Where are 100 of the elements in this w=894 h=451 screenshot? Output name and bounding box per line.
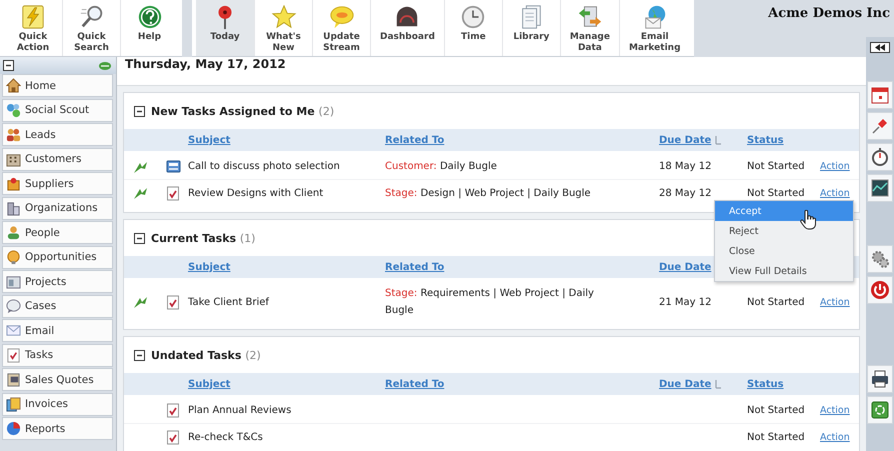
help-icon	[136, 4, 162, 30]
document-check-icon	[6, 348, 21, 362]
speech-icon	[6, 298, 21, 314]
section-title: Undated Tasks (2)	[151, 348, 261, 362]
action-link[interactable]: Action	[820, 296, 850, 308]
action-link[interactable]: Action	[820, 161, 850, 172]
search-icon	[78, 4, 104, 30]
due-date: 18 May 12	[659, 161, 712, 172]
column-header-link[interactable]: Related To	[385, 378, 444, 390]
power-button[interactable]	[867, 276, 893, 304]
menu-item[interactable]: Close	[715, 241, 853, 261]
column-header-link[interactable]: Related To	[385, 134, 444, 146]
chart-button[interactable]	[867, 174, 893, 202]
office-building-icon	[6, 200, 21, 216]
clipboard-icon	[6, 372, 21, 387]
building-icon	[6, 152, 21, 166]
collapse-panel-button[interactable]	[870, 42, 890, 52]
lightbulb-icon	[6, 250, 21, 264]
folder-icon	[6, 274, 21, 289]
people-icon	[6, 127, 21, 142]
lightning-icon	[20, 4, 46, 30]
stopwatch-button[interactable]	[867, 143, 893, 171]
task-subject: Plan Annual Reviews	[188, 404, 292, 418]
toolbar-button[interactable]: Email Marketing	[618, 0, 690, 56]
recycle-bin-icon	[870, 400, 890, 420]
menu-item[interactable]: View Full Details	[715, 261, 853, 281]
company-name: Acme Demos Inc	[768, 5, 891, 21]
column-header-link[interactable]: Due Date	[659, 378, 712, 390]
column-header-link[interactable]: Subject	[188, 378, 230, 390]
document-check-icon	[166, 430, 180, 444]
phone-icon	[166, 159, 181, 174]
column-header-link[interactable]: Status	[747, 134, 784, 146]
document-check-icon	[166, 403, 180, 418]
toolbar-button[interactable]: Help	[120, 0, 178, 56]
power-icon	[870, 280, 890, 300]
sidebar-item[interactable]: Leads	[2, 123, 113, 146]
sidebar-item[interactable]: Home	[2, 74, 113, 97]
toolbar-button[interactable]: Today	[196, 0, 254, 56]
toolbar-button[interactable]: What's New	[254, 0, 312, 56]
sidebar-item[interactable]: Tasks	[2, 344, 113, 366]
column-header-link[interactable]: Status	[747, 378, 784, 390]
sidebar-item[interactable]: Customers	[2, 148, 113, 170]
box-icon	[6, 176, 21, 191]
action-link[interactable]: Action	[820, 405, 850, 416]
house-icon	[6, 78, 21, 93]
gears-button[interactable]	[867, 245, 893, 273]
task-subject: Review Designs with Client	[188, 186, 324, 200]
task-status: Not Started	[747, 430, 806, 444]
sidebar-item[interactable]: Invoices	[2, 392, 113, 416]
sidebar-item[interactable]: Projects	[2, 270, 113, 293]
envelope-icon	[6, 323, 21, 338]
action-link[interactable]: Action	[820, 432, 850, 442]
double-left-arrow-icon	[874, 44, 886, 50]
calendar-button[interactable]	[867, 81, 893, 109]
sidebar-item[interactable]: Sales Quotes	[2, 368, 113, 391]
printer-button[interactable]	[867, 365, 893, 393]
related-to: Customer: Daily Bugle	[385, 161, 497, 172]
sidebar-item[interactable]: Reports	[2, 417, 113, 440]
stopwatch-icon	[870, 147, 890, 167]
pie-chart-icon	[6, 421, 21, 436]
toolbar-button[interactable]: Manage Data	[560, 0, 619, 56]
task-subject: Call to discuss photo selection	[188, 160, 341, 174]
column-header-link[interactable]: Subject	[188, 134, 230, 146]
column-header-link[interactable]: Due Date	[659, 262, 712, 272]
sidebar-item[interactable]: Opportunities	[2, 246, 113, 268]
gears-icon	[870, 249, 890, 269]
document-check-icon	[166, 294, 180, 310]
task-status: Not Started	[747, 404, 806, 418]
task-status: Not Started	[747, 186, 806, 200]
toolbar-button[interactable]: Dashboard	[370, 0, 444, 56]
sidebar-item[interactable]: Organizations	[2, 196, 113, 220]
toolbar-button[interactable]: Update Stream	[312, 0, 370, 56]
sidebar-item[interactable]: Social Scout	[2, 98, 113, 122]
hand-cursor-icon	[800, 210, 816, 230]
menu-item[interactable]: Reject	[715, 221, 853, 241]
column-header-link[interactable]: Due Date	[659, 134, 712, 146]
invoice-icon	[6, 396, 21, 412]
pushpin-button[interactable]	[867, 112, 893, 140]
toolbar-button[interactable]: Library	[502, 0, 560, 56]
document-check-icon	[166, 186, 180, 200]
sidebar-item[interactable]: Email	[2, 319, 113, 342]
network-icon	[6, 102, 21, 118]
column-header-link[interactable]: Related To	[385, 262, 444, 272]
section-title: New Tasks Assigned to Me (2)	[151, 104, 334, 118]
date-heading: Thursday, May 17, 2012	[117, 57, 866, 86]
recycle-bin-button[interactable]	[867, 396, 893, 424]
due-date: 28 May 12	[659, 188, 712, 198]
task-subject: Re-check T&Cs	[188, 430, 264, 444]
star-icon	[270, 4, 296, 30]
related-to: Stage: Requirements | Web Project | Daily Bugle	[385, 288, 594, 316]
toolbar-button[interactable]: Quick Action	[4, 0, 62, 56]
toolbar-button[interactable]: Time	[444, 0, 502, 56]
column-header-link[interactable]: Subject	[188, 262, 230, 272]
toolbar-button[interactable]: Quick Search	[62, 0, 120, 56]
pushpin-icon	[870, 116, 890, 136]
sidebar-item[interactable]: Suppliers	[2, 172, 113, 195]
sidebar-item[interactable]: People	[2, 221, 113, 244]
action-link[interactable]: Action	[820, 188, 850, 198]
related-to: Stage: Design | Web Project | Daily Bugle	[385, 188, 591, 198]
sidebar-item[interactable]: Cases	[2, 294, 113, 318]
